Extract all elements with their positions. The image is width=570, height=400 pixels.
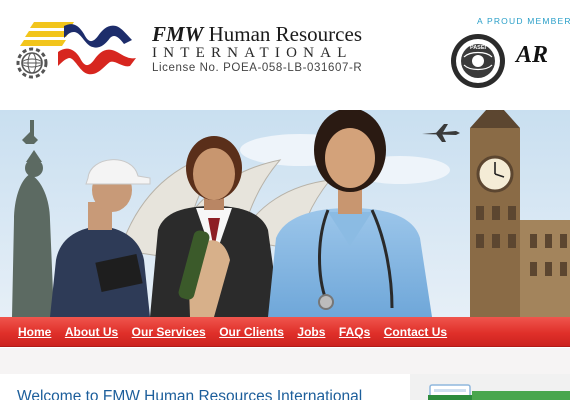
- brand-title-rest: Human Resources: [208, 22, 362, 46]
- nav-item-faqs: FAQs: [339, 323, 370, 341]
- nav-link-home[interactable]: Home: [18, 325, 51, 339]
- nav-link-about-us[interactable]: About Us: [65, 325, 118, 339]
- nav-item-home: Home: [18, 323, 51, 341]
- main-nav: Home About Us Our Services Our Clients J…: [0, 317, 570, 347]
- brand-subtitle: INTERNATIONAL: [152, 45, 353, 61]
- seal-label: PASEI: [470, 45, 487, 51]
- content-top-strip: [0, 348, 570, 374]
- nav-item-jobs: Jobs: [297, 323, 325, 341]
- company-logo-icon[interactable]: [12, 18, 142, 80]
- nav-item-our-services: Our Services: [132, 323, 206, 341]
- site-header: FMW Human Resources INTERNATIONAL Licens…: [0, 0, 570, 110]
- nav-link-faqs[interactable]: FAQs: [339, 325, 370, 339]
- pasei-seal-icon[interactable]: PASEI: [450, 33, 506, 89]
- welcome-heading: Welcome to FMW Human Resources Internati…: [17, 388, 363, 400]
- sidebar-widget-icon[interactable]: [428, 383, 472, 400]
- hero-banner: [0, 110, 570, 317]
- nav-link-contact-us[interactable]: Contact Us: [384, 325, 447, 339]
- proud-member-label: A PROUD MEMBERS: [477, 16, 570, 26]
- nav-item-contact-us: Contact Us: [384, 323, 447, 341]
- nav-item-about-us: About Us: [65, 323, 118, 341]
- partner-logo-text[interactable]: AR: [516, 42, 548, 69]
- nav-link-jobs[interactable]: Jobs: [297, 325, 325, 339]
- brand-title: FMW Human Resources: [152, 22, 362, 47]
- nav-item-our-clients: Our Clients: [219, 323, 284, 341]
- nav-link-our-clients[interactable]: Our Clients: [219, 325, 284, 339]
- nav-link-our-services[interactable]: Our Services: [132, 325, 206, 339]
- license-number: License No. POEA-058-LB-031607-R: [152, 62, 363, 74]
- sidebar-green-bar: [472, 391, 570, 400]
- brand-mark-text: FMW: [152, 22, 204, 46]
- hero-illustration: [0, 110, 570, 317]
- nav-list: Home About Us Our Services Our Clients J…: [0, 317, 570, 347]
